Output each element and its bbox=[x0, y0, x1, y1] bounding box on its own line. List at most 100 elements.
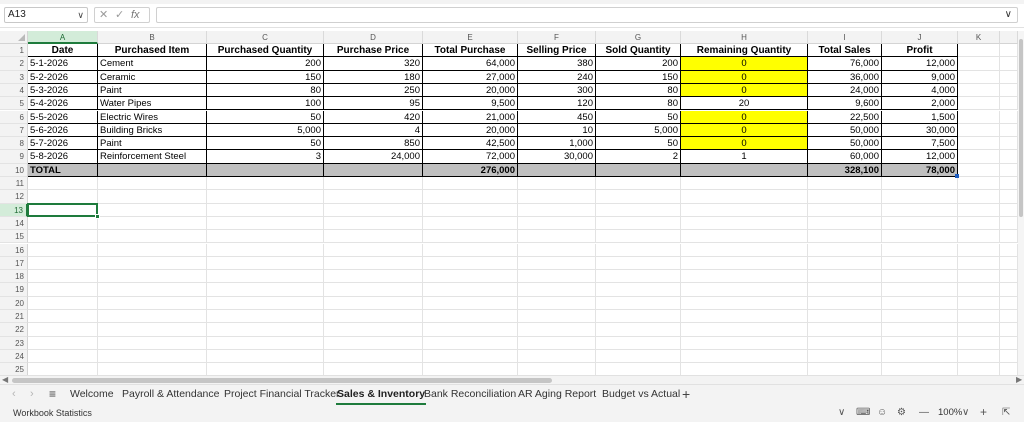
cell-c17[interactable] bbox=[207, 256, 324, 271]
cell-f1[interactable]: Selling Price bbox=[518, 44, 596, 58]
cell-b3[interactable]: Ceramic bbox=[98, 70, 207, 84]
cell-e7[interactable]: 20,000 bbox=[423, 123, 518, 138]
cell-h7[interactable]: 0 bbox=[681, 123, 808, 138]
cell-g18[interactable] bbox=[596, 270, 681, 284]
cell-g2[interactable]: 200 bbox=[596, 57, 681, 71]
row-header-17[interactable]: 17 bbox=[0, 256, 28, 271]
cell-e10[interactable]: 276,000 bbox=[423, 163, 518, 177]
row-header-9[interactable]: 9 bbox=[0, 150, 28, 164]
cell-g12[interactable] bbox=[596, 190, 681, 204]
cell-g13[interactable] bbox=[596, 203, 681, 217]
cell-h22[interactable] bbox=[681, 323, 808, 337]
row-header-22[interactable]: 22 bbox=[0, 323, 28, 337]
row-header-4[interactable]: 4 bbox=[0, 83, 28, 98]
cell-f4[interactable]: 300 bbox=[518, 83, 596, 98]
cell-e2[interactable]: 64,000 bbox=[423, 57, 518, 71]
cell-h21[interactable] bbox=[681, 310, 808, 324]
cell-b21[interactable] bbox=[98, 310, 207, 324]
cell-f16[interactable] bbox=[518, 243, 596, 257]
column-header-k[interactable]: K bbox=[958, 31, 1000, 44]
cell-j13[interactable] bbox=[882, 203, 958, 217]
column-header-a[interactable]: A bbox=[28, 31, 98, 44]
cell-h20[interactable] bbox=[681, 296, 808, 310]
cell-g6[interactable]: 50 bbox=[596, 110, 681, 124]
cell-b14[interactable] bbox=[98, 216, 207, 231]
cell-c23[interactable] bbox=[207, 336, 324, 350]
cell-i20[interactable] bbox=[808, 296, 882, 310]
cell-g4[interactable]: 80 bbox=[596, 83, 681, 98]
cell-b18[interactable] bbox=[98, 270, 207, 284]
cell-j3[interactable]: 9,000 bbox=[882, 70, 958, 84]
cell-k6[interactable] bbox=[958, 110, 1000, 124]
cell-b13[interactable] bbox=[98, 203, 207, 217]
cell-h2[interactable]: 0 bbox=[681, 57, 808, 71]
cell-c7[interactable]: 5,000 bbox=[207, 123, 324, 138]
sheet-tab-payroll-attendance[interactable]: Payroll & Attendance bbox=[122, 388, 219, 400]
cell-g22[interactable] bbox=[596, 323, 681, 337]
cell-d11[interactable] bbox=[324, 177, 423, 191]
cell-f24[interactable] bbox=[518, 349, 596, 364]
cell-k24[interactable] bbox=[958, 349, 1000, 364]
cell-c19[interactable] bbox=[207, 283, 324, 297]
cell-k8[interactable] bbox=[958, 137, 1000, 151]
cell-d6[interactable]: 420 bbox=[324, 110, 423, 124]
cell-h24[interactable] bbox=[681, 349, 808, 364]
cell-k5[interactable] bbox=[958, 97, 1000, 111]
cell-d14[interactable] bbox=[324, 216, 423, 231]
cell-i13[interactable] bbox=[808, 203, 882, 217]
cell-d10[interactable] bbox=[324, 163, 423, 177]
cell-f7[interactable]: 10 bbox=[518, 123, 596, 138]
cell-e23[interactable] bbox=[423, 336, 518, 350]
cell-k4[interactable] bbox=[958, 83, 1000, 98]
cell-k2[interactable] bbox=[958, 57, 1000, 71]
cell-b23[interactable] bbox=[98, 336, 207, 350]
cell-h10[interactable] bbox=[681, 163, 808, 177]
row-header-15[interactable]: 15 bbox=[0, 230, 28, 244]
cell-h19[interactable] bbox=[681, 283, 808, 297]
row-header-10[interactable]: 10 bbox=[0, 163, 28, 177]
row-header-11[interactable]: 11 bbox=[0, 177, 28, 191]
sheet-tab-welcome[interactable]: Welcome bbox=[70, 388, 114, 400]
cell-k22[interactable] bbox=[958, 323, 1000, 337]
cell-h14[interactable] bbox=[681, 216, 808, 231]
name-box[interactable]: A13 ∨ bbox=[4, 7, 88, 23]
cell-g9[interactable]: 2 bbox=[596, 150, 681, 164]
cell-a3[interactable]: 5-2-2026 bbox=[28, 70, 98, 84]
cell-a21[interactable] bbox=[28, 310, 98, 324]
row-header-16[interactable]: 16 bbox=[0, 243, 28, 257]
cell-h5[interactable]: 20 bbox=[681, 97, 808, 111]
cell-b24[interactable] bbox=[98, 349, 207, 364]
cell-g21[interactable] bbox=[596, 310, 681, 324]
cell-h23[interactable] bbox=[681, 336, 808, 350]
cell-d19[interactable] bbox=[324, 283, 423, 297]
cell-g14[interactable] bbox=[596, 216, 681, 231]
cell-b9[interactable]: Reinforcement Steel bbox=[98, 150, 207, 164]
cell-j14[interactable] bbox=[882, 216, 958, 231]
cell-a19[interactable] bbox=[28, 283, 98, 297]
cell-c13[interactable] bbox=[207, 203, 324, 217]
cell-i12[interactable] bbox=[808, 190, 882, 204]
row-header-14[interactable]: 14 bbox=[0, 216, 28, 231]
row-header-7[interactable]: 7 bbox=[0, 123, 28, 138]
expand-formula-chevron-icon[interactable]: ∨ bbox=[1005, 9, 1012, 20]
cell-e13[interactable] bbox=[423, 203, 518, 217]
cell-g1[interactable]: Sold Quantity bbox=[596, 44, 681, 58]
cell-f13[interactable] bbox=[518, 203, 596, 217]
cell-f5[interactable]: 120 bbox=[518, 97, 596, 111]
cell-i17[interactable] bbox=[808, 256, 882, 271]
cell-e16[interactable] bbox=[423, 243, 518, 257]
cell-d24[interactable] bbox=[324, 349, 423, 364]
cell-c11[interactable] bbox=[207, 177, 324, 191]
cell-j20[interactable] bbox=[882, 296, 958, 310]
cell-f17[interactable] bbox=[518, 256, 596, 271]
cell-i19[interactable] bbox=[808, 283, 882, 297]
cell-c3[interactable]: 150 bbox=[207, 70, 324, 84]
cell-b17[interactable] bbox=[98, 256, 207, 271]
cell-e22[interactable] bbox=[423, 323, 518, 337]
cell-i16[interactable] bbox=[808, 243, 882, 257]
cell-d9[interactable]: 24,000 bbox=[324, 150, 423, 164]
row-header-20[interactable]: 20 bbox=[0, 296, 28, 310]
row-header-13[interactable]: 13 bbox=[0, 203, 28, 217]
cell-e8[interactable]: 42,500 bbox=[423, 137, 518, 151]
row-header-6[interactable]: 6 bbox=[0, 110, 28, 124]
